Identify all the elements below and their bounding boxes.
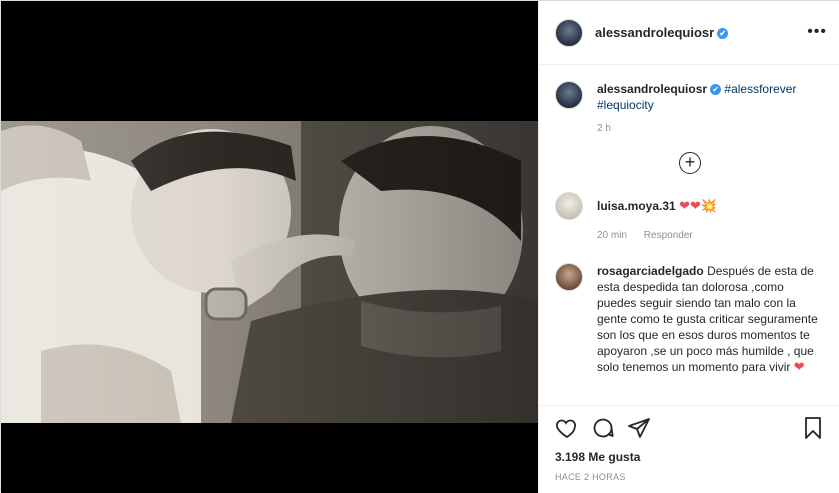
post-side-panel: alessandrolequiosr ✔ ••• alessandrolequio… <box>538 1 839 493</box>
post-actions: 3.198 Me gusta HACE 2 HORAS <box>539 405 839 493</box>
caption: alessandrolequiosr ✔ #alessforever #lequi… <box>555 81 825 113</box>
save-bookmark-icon[interactable] <box>801 416 825 440</box>
share-paper-plane-icon[interactable] <box>627 416 651 440</box>
verified-badge-icon: ✔ <box>717 28 729 39</box>
caption-username[interactable]: alessandrolequiosr <box>597 82 707 96</box>
load-more-comments: + <box>555 152 825 174</box>
verified-badge-icon: ✔ <box>710 84 722 95</box>
action-icons <box>555 414 825 442</box>
commenter-avatar[interactable] <box>555 263 583 291</box>
commenter-avatar[interactable] <box>555 192 583 220</box>
comment-text: rosagarciadelgado Después de esta de est… <box>597 263 825 375</box>
instagram-post-modal: alessandrolequiosr ✔ ••• alessandrolequio… <box>0 0 839 493</box>
comment-meta: 20 min Responder <box>597 230 825 241</box>
load-more-comments-icon[interactable]: + <box>679 152 701 174</box>
comment-body: Después de esta de esta despedida tan do… <box>597 264 818 374</box>
caption-time[interactable]: 2 h <box>597 123 611 134</box>
reply-button[interactable]: Responder <box>644 230 693 241</box>
like-count[interactable]: 3.198 Me gusta <box>555 450 825 464</box>
caption-text: alessandrolequiosr ✔ #alessforever #lequi… <box>597 81 825 113</box>
post-media[interactable] <box>1 1 538 493</box>
comment-emoji: ❤❤💥 <box>679 198 718 213</box>
post-photo[interactable] <box>1 121 538 423</box>
comment-username[interactable]: rosagarciadelgado <box>597 264 704 278</box>
comments-section: alessandrolequiosr ✔ #alessforever #lequi… <box>539 65 839 405</box>
heart-emoji: ❤ <box>793 359 805 374</box>
author-avatar[interactable] <box>555 18 583 47</box>
like-heart-icon[interactable] <box>555 416 579 440</box>
caption-meta: 2 h <box>597 123 825 134</box>
photo-vignette <box>1 121 538 423</box>
post-header: alessandrolequiosr ✔ ••• <box>539 1 839 65</box>
comment-item: rosagarciadelgado Después de esta de est… <box>555 263 825 375</box>
comment-bubble-icon[interactable] <box>591 416 615 440</box>
comment-username[interactable]: luisa.moya.31 <box>597 199 676 213</box>
more-options-icon[interactable]: ••• <box>807 23 827 41</box>
caption-author-avatar[interactable] <box>555 81 583 109</box>
comment-item: luisa.moya.31 ❤❤💥 <box>555 192 825 220</box>
comment-text: luisa.moya.31 ❤❤💥 <box>597 198 717 214</box>
post-timestamp[interactable]: HACE 2 HORAS <box>555 472 825 482</box>
comment-time[interactable]: 20 min <box>597 230 627 241</box>
author-username[interactable]: alessandrolequiosr ✔ <box>595 25 729 40</box>
